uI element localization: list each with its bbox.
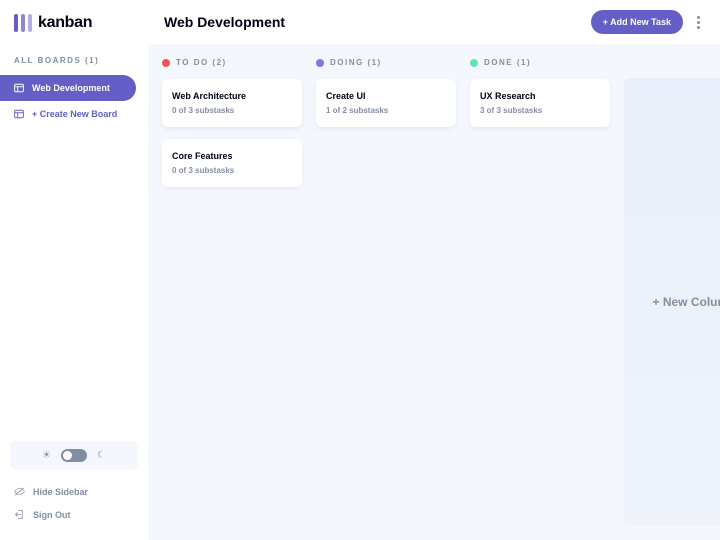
new-column-button[interactable]: + New Column: [624, 78, 720, 526]
task-subtasks: 3 of 3 substasks: [480, 106, 600, 115]
main: Web Development + Add New Task TO DO (2)…: [148, 0, 720, 540]
page-title: Web Development: [164, 14, 581, 30]
sidebar-item-web-development[interactable]: Web Development: [0, 75, 136, 101]
column-dot-icon: [316, 59, 324, 67]
sidebar: kanban ALL BOARDS (1) Web Development + …: [0, 0, 148, 540]
app-root: kanban ALL BOARDS (1) Web Development + …: [0, 0, 720, 540]
sidebar-item-label: + Create New Board: [32, 109, 117, 119]
task-card[interactable]: Web Architecture 0 of 3 substasks: [162, 79, 302, 127]
topbar: Web Development + Add New Task: [148, 0, 720, 44]
task-title: Core Features: [172, 151, 292, 161]
sun-icon: ☀: [42, 450, 51, 461]
boards-count-label: ALL BOARDS (1): [0, 56, 148, 75]
sign-out-button[interactable]: Sign Out: [10, 503, 138, 526]
task-subtasks: 0 of 3 substasks: [172, 106, 292, 115]
column-title: DONE (1): [484, 58, 531, 67]
task-title: Web Architecture: [172, 91, 292, 101]
task-subtasks: 1 of 2 substasks: [326, 106, 446, 115]
toggle-track: [61, 449, 87, 462]
more-options-button[interactable]: [693, 12, 704, 33]
theme-toggle[interactable]: ☀ ☾: [10, 441, 138, 470]
task-subtasks: 0 of 3 substasks: [172, 166, 292, 175]
sign-out-label: Sign Out: [33, 510, 71, 520]
logo: kanban: [0, 0, 148, 56]
board-icon: [14, 109, 24, 119]
logo-bars-icon: [14, 14, 32, 32]
sidebar-bottom: ☀ ☾ Hide Sidebar Sign Out: [0, 441, 148, 540]
eye-off-icon: [14, 486, 25, 497]
column-header: DOING (1): [316, 58, 456, 67]
toggle-knob: [63, 451, 72, 460]
column-header: TO DO (2): [162, 58, 302, 67]
task-title: UX Research: [480, 91, 600, 101]
column-dot-icon: [162, 59, 170, 67]
hide-sidebar-label: Hide Sidebar: [33, 487, 88, 497]
sign-out-icon: [14, 509, 25, 520]
task-title: Create UI: [326, 91, 446, 101]
column-dot-icon: [470, 59, 478, 67]
column-doing: DOING (1) Create UI 1 of 2 substasks: [316, 58, 456, 526]
task-card[interactable]: Create UI 1 of 2 substasks: [316, 79, 456, 127]
task-card[interactable]: Core Features 0 of 3 substasks: [162, 139, 302, 187]
hide-sidebar-button[interactable]: Hide Sidebar: [10, 480, 138, 503]
sidebar-item-label: Web Development: [32, 83, 110, 93]
task-card[interactable]: UX Research 3 of 3 substasks: [470, 79, 610, 127]
new-column-label: + New Column: [652, 295, 720, 309]
column-todo: TO DO (2) Web Architecture 0 of 3 substa…: [162, 58, 302, 526]
column-done: DONE (1) UX Research 3 of 3 substasks: [470, 58, 610, 526]
logo-text: kanban: [38, 14, 92, 32]
board-icon: [14, 83, 24, 93]
column-title: TO DO (2): [176, 58, 227, 67]
column-header: DONE (1): [470, 58, 610, 67]
moon-icon: ☾: [97, 450, 106, 461]
sidebar-item-create-board[interactable]: + Create New Board: [0, 101, 136, 127]
board: TO DO (2) Web Architecture 0 of 3 substa…: [148, 44, 720, 540]
column-title: DOING (1): [330, 58, 382, 67]
add-task-button[interactable]: + Add New Task: [591, 10, 683, 34]
